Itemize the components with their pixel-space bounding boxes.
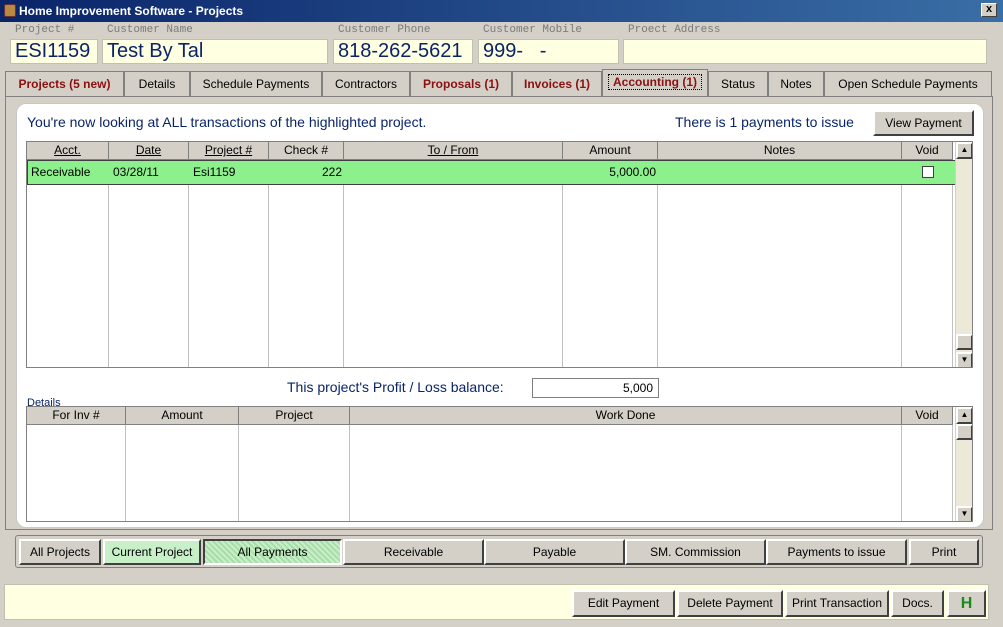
col-date[interactable]: Date — [109, 142, 189, 160]
row-project: Esi1159 — [193, 165, 236, 179]
close-button[interactable]: x — [981, 3, 997, 17]
customer-mobile-label: Customer Mobile — [483, 24, 583, 36]
title-bar: Home Improvement Software - Projects x — [0, 0, 1003, 22]
payable-button[interactable]: Payable — [484, 539, 625, 565]
col-divider — [27, 425, 126, 521]
scroll-down-arrow-icon[interactable]: ▼ — [956, 352, 972, 367]
customer-mobile-value[interactable]: 999- - — [478, 39, 619, 64]
tab-status[interactable]: Status — [708, 71, 768, 97]
scroll-up-arrow-icon[interactable]: ▲ — [956, 407, 972, 424]
col-divider — [109, 160, 189, 367]
tab-invoices[interactable]: Invoices (1) — [512, 71, 602, 97]
all-payments-button[interactable]: All Payments — [203, 539, 342, 565]
col-divider — [563, 160, 658, 367]
col-divider — [902, 160, 953, 367]
app-icon — [4, 4, 16, 17]
tab-details[interactable]: Details — [124, 71, 190, 97]
col-divider — [269, 160, 344, 367]
payments-to-issue-text: There is 1 payments to issue — [675, 114, 854, 130]
row-amount: 5,000.00 — [609, 165, 656, 179]
col-divider — [350, 425, 902, 521]
project-address-field: Proect Address — [623, 24, 987, 66]
project-number-value[interactable]: ESI1159 — [10, 39, 98, 64]
row-check: 222 — [321, 165, 342, 179]
transactions-grid: Acct. Date Project # Check # To / From A… — [26, 141, 973, 368]
col-check[interactable]: Check # — [269, 142, 344, 160]
project-address-label: Proect Address — [628, 24, 721, 36]
col-void[interactable]: Void — [902, 407, 953, 425]
delete-payment-button[interactable]: Delete Payment — [677, 590, 783, 617]
print-transaction-button[interactable]: Print Transaction — [785, 590, 889, 617]
col-amount[interactable]: Amount — [126, 407, 239, 425]
balance-value: 5,000 — [532, 378, 659, 398]
print-button[interactable]: Print — [909, 539, 979, 565]
current-project-button[interactable]: Current Project — [103, 539, 201, 565]
col-amount[interactable]: Amount — [563, 142, 658, 160]
col-work-done[interactable]: Work Done — [350, 407, 902, 425]
help-button[interactable]: H — [947, 590, 986, 617]
customer-name-label: Customer Name — [107, 24, 193, 36]
scroll-thumb[interactable] — [956, 334, 972, 350]
col-divider — [239, 425, 350, 521]
row-acct: Receivable — [31, 165, 91, 179]
project-number-label: Project # — [15, 24, 75, 36]
project-number-field: Project # ESI1159 — [10, 24, 98, 66]
project-address-value[interactable] — [623, 39, 987, 64]
col-void[interactable]: Void — [902, 142, 953, 160]
tab-accounting[interactable]: Accounting (1) — [602, 69, 708, 97]
col-project[interactable]: Project # — [189, 142, 269, 160]
accounting-panel: You're now looking at ALL transactions o… — [5, 96, 993, 530]
tab-open-schedule-payments[interactable]: Open Schedule Payments — [824, 71, 992, 97]
col-divider — [902, 425, 953, 521]
col-divider — [189, 160, 269, 367]
details-grid: For Inv # Amount Project Work Done Void … — [26, 406, 973, 522]
payments-to-issue-button[interactable]: Payments to issue — [766, 539, 907, 565]
customer-mobile-field: Customer Mobile 999- - — [478, 24, 619, 66]
accounting-content: You're now looking at ALL transactions o… — [16, 103, 984, 528]
window-title: Home Improvement Software - Projects — [19, 4, 244, 18]
receivable-button[interactable]: Receivable — [343, 539, 484, 565]
col-divider — [27, 160, 109, 367]
tab-projects[interactable]: Projects (5 new) — [5, 71, 124, 97]
tab-schedule-payments[interactable]: Schedule Payments — [190, 71, 322, 97]
all-projects-button[interactable]: All Projects — [19, 539, 101, 565]
col-notes[interactable]: Notes — [658, 142, 902, 160]
col-project[interactable]: Project — [239, 407, 350, 425]
void-checkbox[interactable] — [922, 166, 934, 178]
tab-accounting-label: Accounting (1) — [608, 74, 702, 90]
tab-proposals[interactable]: Proposals (1) — [410, 71, 512, 97]
details-scrollbar[interactable]: ▲ ▼ — [955, 407, 972, 521]
customer-name-value[interactable]: Test By Tal — [102, 39, 328, 64]
tab-contractors[interactable]: Contractors — [322, 71, 410, 97]
col-divider — [126, 425, 239, 521]
transactions-scrollbar[interactable]: ▲ ▼ — [955, 142, 972, 367]
view-payment-button[interactable]: View Payment — [873, 110, 974, 136]
row-date: 03/28/11 — [113, 165, 159, 179]
tab-notes[interactable]: Notes — [768, 71, 824, 97]
col-divider — [658, 160, 902, 367]
edit-payment-button[interactable]: Edit Payment — [572, 590, 675, 617]
customer-phone-label: Customer Phone — [338, 24, 431, 36]
docs-button[interactable]: Docs. — [891, 590, 944, 617]
scroll-thumb[interactable] — [956, 424, 972, 440]
col-divider — [344, 160, 563, 367]
balance-label: This project's Profit / Loss balance: — [287, 379, 504, 395]
col-for-inv[interactable]: For Inv # — [27, 407, 126, 425]
transaction-row[interactable]: Receivable 03/28/11 Esi1159 222 5,000.00 — [27, 160, 956, 185]
sm-commission-button[interactable]: SM. Commission — [625, 539, 766, 565]
customer-phone-field: Customer Phone 818-262-5621 — [333, 24, 473, 66]
col-acct[interactable]: Acct. — [27, 142, 109, 160]
scroll-up-arrow-icon[interactable]: ▲ — [956, 142, 972, 159]
transactions-headline: You're now looking at ALL transactions o… — [27, 114, 427, 130]
customer-phone-value[interactable]: 818-262-5621 — [333, 39, 473, 64]
filter-bar: All Projects Current Project All Payment… — [15, 535, 983, 568]
col-to-from[interactable]: To / From — [344, 142, 563, 160]
customer-name-field: Customer Name Test By Tal — [102, 24, 328, 66]
scroll-down-arrow-icon[interactable]: ▼ — [956, 506, 972, 521]
status-bar: Edit Payment Delete Payment Print Transa… — [4, 584, 989, 620]
